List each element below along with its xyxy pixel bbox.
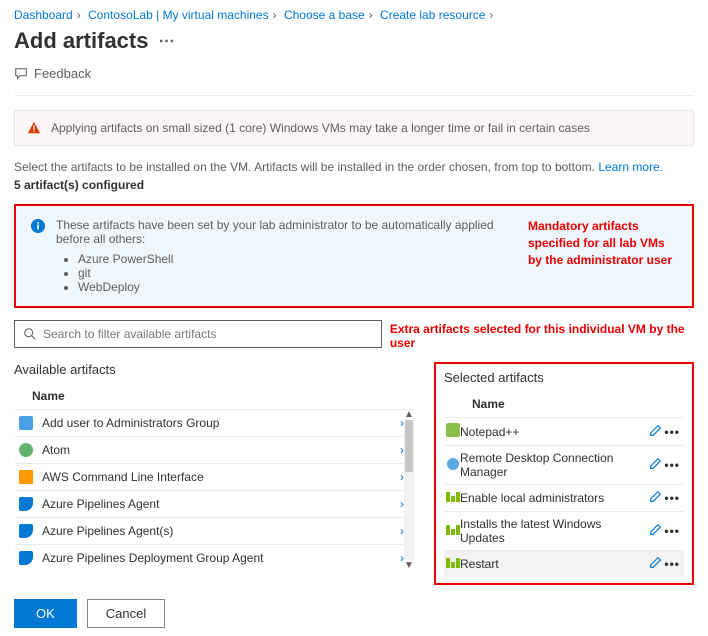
edit-icon[interactable]	[649, 424, 662, 440]
feedback-button[interactable]: Feedback	[14, 66, 694, 81]
artifact-icon	[446, 457, 460, 474]
selected-row[interactable]: Notepad++ •••	[444, 417, 684, 445]
selected-artifacts-panel: Selected artifacts Name Notepad++•••Remo…	[434, 362, 694, 585]
footer: OK Cancel	[14, 599, 694, 628]
selected-list: Notepad++•••Remote Desktop Connection Ma…	[444, 417, 684, 577]
available-list: Add user to Administrators Group›Atom›AW…	[14, 409, 414, 571]
scroll-thumb[interactable]	[405, 420, 413, 472]
divider	[14, 95, 694, 96]
admin-artifact-item: WebDeploy	[78, 280, 518, 294]
available-row[interactable]: Azure Pipelines Agent(s)›	[14, 517, 414, 544]
breadcrumb-link[interactable]: Choose a base	[284, 8, 365, 22]
artifact-label: Atom	[42, 443, 400, 457]
scrollbar[interactable]: ▲▼	[404, 409, 414, 571]
breadcrumb: Dashboard› ContosoLab | My virtual machi…	[14, 8, 694, 22]
selected-title: Selected artifacts	[444, 370, 684, 385]
page-more-icon[interactable]: ⋯	[158, 31, 174, 51]
learn-more-link[interactable]: Learn more.	[598, 160, 663, 174]
selected-column-header: Name	[444, 391, 684, 417]
selected-row[interactable]: Remote Desktop Connection Manager •••	[444, 445, 684, 484]
artifact-label: AWS Command Line Interface	[42, 470, 400, 484]
admin-artifact-list: Azure PowerShell git WebDeploy	[78, 252, 518, 294]
artifact-icon	[16, 442, 36, 458]
artifact-icon	[446, 524, 460, 538]
edit-icon[interactable]	[649, 556, 662, 572]
feedback-label: Feedback	[34, 66, 91, 81]
more-icon[interactable]: •••	[664, 491, 680, 505]
instruction-text: Select the artifacts to be installed on …	[14, 160, 694, 174]
more-icon[interactable]: •••	[664, 458, 680, 472]
search-input[interactable]	[43, 327, 373, 341]
artifact-label: Remote Desktop Connection Manager	[460, 451, 649, 479]
artifact-label: Installs the latest Windows Updates	[460, 517, 649, 545]
admin-artifact-item: Azure PowerShell	[78, 252, 518, 266]
breadcrumb-link[interactable]: Dashboard	[14, 8, 73, 22]
admin-artifact-item: git	[78, 266, 518, 280]
artifact-icon	[16, 550, 36, 566]
selected-row[interactable]: Enable local administrators •••	[444, 484, 684, 511]
artifact-label: Add user to Administrators Group	[42, 416, 400, 430]
more-icon[interactable]: •••	[664, 557, 680, 571]
available-artifacts-panel: Available artifacts Name Add user to Adm…	[14, 362, 414, 585]
artifact-icon	[16, 469, 36, 485]
scroll-down-icon[interactable]: ▼	[404, 560, 414, 571]
breadcrumb-link[interactable]: ContosoLab | My virtual machines	[88, 8, 269, 22]
artifact-label: Enable local administrators	[460, 491, 649, 505]
edit-icon[interactable]	[649, 523, 662, 539]
edit-icon[interactable]	[649, 490, 662, 506]
more-icon[interactable]: •••	[664, 524, 680, 538]
ok-button[interactable]: OK	[14, 599, 77, 628]
admin-info-text: These artifacts have been set by your la…	[56, 218, 518, 246]
search-icon	[23, 327, 37, 341]
warning-text: Applying artifacts on small sized (1 cor…	[51, 121, 590, 135]
search-box[interactable]	[14, 320, 382, 348]
available-row[interactable]: Atom›	[14, 436, 414, 463]
info-icon	[30, 218, 46, 234]
configured-count: 5 artifact(s) configured	[14, 178, 694, 192]
artifact-icon	[16, 496, 36, 512]
artifact-icon	[446, 423, 460, 440]
edit-icon[interactable]	[649, 457, 662, 473]
artifact-label: Restart	[460, 557, 649, 571]
breadcrumb-link[interactable]: Create lab resource	[380, 8, 485, 22]
scroll-up-icon[interactable]: ▲	[404, 409, 414, 420]
annotation-mandatory: Mandatory artifacts specified for all la…	[528, 218, 678, 294]
artifact-icon	[16, 415, 36, 431]
available-row[interactable]: Azure Pipelines Deployment Group Agent›	[14, 544, 414, 571]
warning-icon	[27, 121, 41, 135]
artifact-label: Azure Pipelines Agent(s)	[42, 524, 400, 538]
annotation-selected: Extra artifacts selected for this indivi…	[390, 322, 694, 350]
selected-row[interactable]: Installs the latest Windows Updates •••	[444, 511, 684, 550]
artifact-icon	[446, 557, 460, 571]
page-title: Add artifacts	[14, 28, 148, 54]
available-column-header: Name	[14, 383, 414, 409]
available-row[interactable]: Add user to Administrators Group›	[14, 409, 414, 436]
cancel-button[interactable]: Cancel	[87, 599, 165, 628]
feedback-icon	[14, 67, 28, 81]
artifact-label: Notepad++	[460, 425, 649, 439]
artifact-icon	[16, 523, 36, 539]
artifact-label: Azure Pipelines Agent	[42, 497, 400, 511]
artifact-label: Azure Pipelines Deployment Group Agent	[42, 551, 400, 565]
admin-info-box: These artifacts have been set by your la…	[14, 204, 694, 308]
page-title-row: Add artifacts ⋯	[14, 28, 694, 54]
artifact-icon	[446, 491, 460, 505]
more-icon[interactable]: •••	[664, 425, 680, 439]
available-row[interactable]: Azure Pipelines Agent›	[14, 490, 414, 517]
available-title: Available artifacts	[14, 362, 414, 377]
warning-banner: Applying artifacts on small sized (1 cor…	[14, 110, 694, 146]
available-row[interactable]: AWS Command Line Interface›	[14, 463, 414, 490]
